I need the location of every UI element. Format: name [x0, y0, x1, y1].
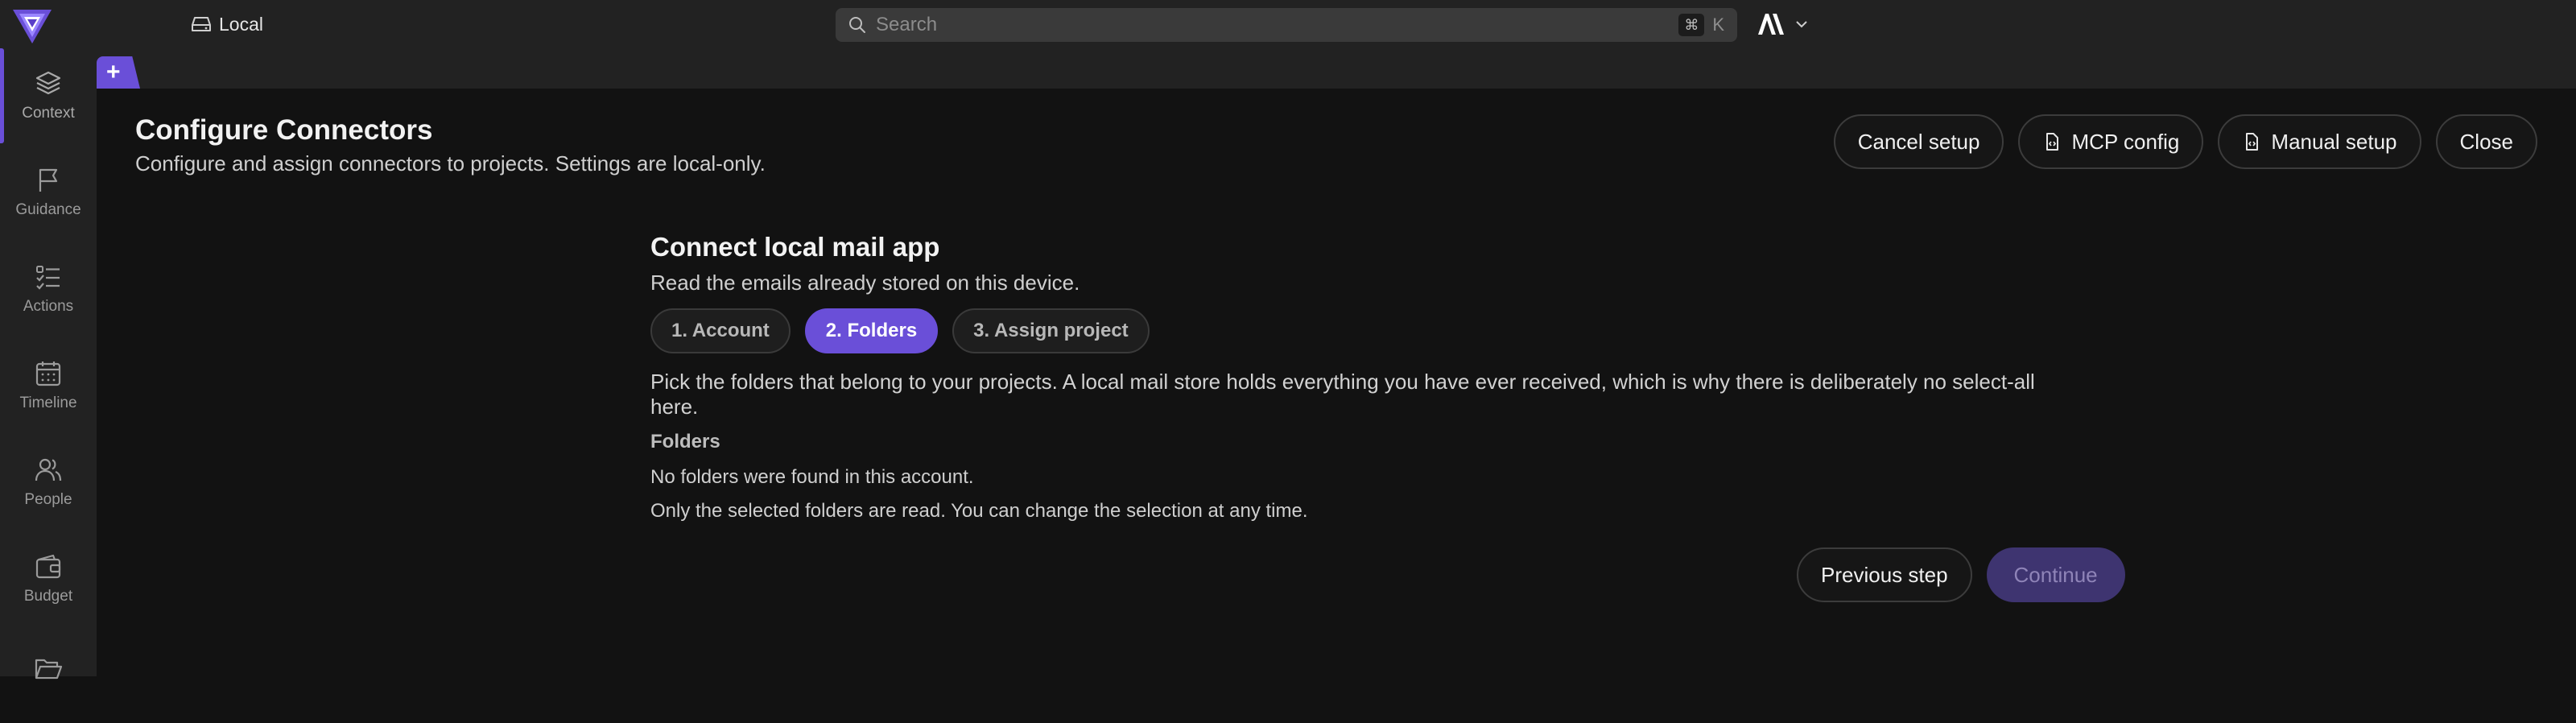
app-logo-icon[interactable]	[11, 6, 53, 47]
chevron-down-icon	[1796, 21, 1807, 28]
command-key-icon: ⌘	[1678, 14, 1705, 36]
sidebar-item-label: Budget	[23, 588, 73, 605]
sidebar-item-label: People	[24, 491, 72, 508]
previous-step-button[interactable]: Previous step	[1797, 547, 1972, 602]
main-content: Configure Connectors Configure and assig…	[97, 89, 2576, 676]
selection-hint: Only the selected folders are read. You …	[650, 500, 1308, 522]
sidebar-item-people[interactable]: People	[0, 435, 97, 530]
sidebar-item-actions[interactable]: Actions	[0, 242, 97, 337]
step-account-tab[interactable]: 1. Account	[650, 308, 791, 353]
manual-setup-button[interactable]: Manual setup	[2218, 114, 2421, 169]
search-icon	[849, 17, 865, 33]
sidebar-item-label: Actions	[23, 298, 74, 315]
cancel-setup-button[interactable]: Cancel setup	[1833, 114, 2004, 169]
layers-icon	[35, 71, 61, 95]
sidebar-item-files[interactable]	[0, 628, 97, 723]
wallet-icon	[35, 554, 61, 579]
empty-folders-message: No folders were found in this account.	[650, 466, 974, 488]
close-label: Close	[2459, 129, 2513, 154]
step-assign-project-tab[interactable]: 3. Assign project	[952, 308, 1150, 353]
flag-icon	[39, 168, 58, 192]
folders-heading: Folders	[650, 431, 720, 452]
search-input[interactable]: Search ⌘ K	[836, 8, 1737, 42]
sidebar-item-label: Guidance	[15, 201, 81, 218]
search-placeholder: Search	[876, 14, 938, 35]
connector-wizard: Connect local mail app Read the emails a…	[650, 232, 2132, 523]
header-actions: Cancel setup MCP config Manual setup Clo…	[1833, 114, 2537, 169]
calendar-icon	[35, 362, 61, 386]
wizard-subtitle: Read the emails already stored on this d…	[650, 271, 1080, 295]
account-menu[interactable]	[1757, 10, 1808, 39]
wizard-title: Connect local mail app	[650, 232, 940, 262]
folder-icon	[35, 659, 63, 680]
file-code-icon	[2046, 133, 2059, 151]
people-icon	[35, 458, 62, 481]
close-button[interactable]: Close	[2435, 114, 2537, 169]
checklist-icon	[36, 266, 60, 290]
top-bar: Local Search ⌘ K	[0, 0, 2576, 48]
location-label: Local	[219, 13, 263, 35]
cancel-setup-label: Cancel setup	[1857, 129, 1980, 154]
page-subtitle: Configure and assign connectors to proje…	[135, 151, 766, 176]
wizard-actions: Previous step Continue	[1797, 547, 2125, 602]
page-title: Configure Connectors	[135, 114, 433, 146]
step-folders-tab[interactable]: 2. Folders	[804, 308, 939, 353]
search-shortcut: ⌘ K	[1678, 14, 1724, 36]
continue-button[interactable]: Continue	[1986, 547, 2125, 602]
shortcut-key: K	[1712, 14, 1724, 35]
sidebar-item-label: Context	[22, 105, 75, 122]
manual-setup-label: Manual setup	[2271, 129, 2397, 154]
anthropic-logo-icon	[1758, 14, 1784, 35]
drive-icon	[192, 17, 211, 31]
mcp-config-label: MCP config	[2071, 129, 2180, 154]
sidebar-item-label: Timeline	[19, 395, 77, 411]
sidebar-item-timeline[interactable]: Timeline	[0, 338, 97, 433]
sidebar-item-guidance[interactable]: Guidance	[0, 145, 97, 240]
mcp-config-button[interactable]: MCP config	[2018, 114, 2204, 169]
sidebar-item-context[interactable]: Context	[0, 48, 97, 143]
sidebar-item-budget[interactable]: Budget	[0, 531, 97, 626]
location-selector[interactable]: Local	[192, 11, 263, 37]
file-code-icon	[2246, 133, 2259, 151]
sidebar: Context Guidance Actions Timeline People…	[0, 48, 97, 680]
wizard-steps: 1. Account 2. Folders 3. Assign project	[650, 308, 2132, 353]
tab-strip: +	[97, 48, 2576, 89]
new-tab-button[interactable]: +	[97, 56, 140, 89]
step-description: Pick the folders that belong to your pro…	[650, 370, 2035, 419]
